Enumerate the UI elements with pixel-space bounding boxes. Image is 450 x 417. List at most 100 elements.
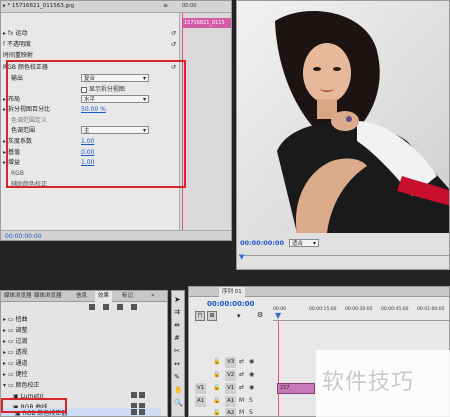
reset-icon[interactable]: ↺ [171, 28, 176, 39]
split-view-checkbox[interactable] [81, 86, 87, 93]
fx-badge-icon: f [3, 41, 6, 48]
monitor-fit-select[interactable]: 适合 [289, 239, 319, 248]
tab-media-browser-1[interactable]: 媒体浏览器 [1, 291, 35, 302]
chevron-right-icon: ▸ [3, 159, 7, 166]
tab-effects[interactable]: 效果 [95, 291, 113, 302]
monitor-scrubber[interactable] [239, 255, 449, 261]
monitor-timecode[interactable]: 00:00:00:00 [240, 239, 284, 247]
tools-panel: ➤ ⇉ ⇹ # ✂ ↔ ✎ ✋ 🔍 [171, 290, 185, 417]
split-percent-value[interactable]: 50.00 % [81, 104, 106, 115]
watermark-block: 软件技巧 [316, 350, 450, 417]
tab-info[interactable]: 信息 [73, 291, 90, 302]
chevron-right-icon: ▸ [3, 149, 7, 156]
tree-item-perspective[interactable]: ▸ ▭ 透视 [1, 347, 28, 358]
yuv-icon[interactable] [131, 304, 139, 312]
source-patch-v1[interactable]: V1 [195, 383, 207, 394]
monitor-controls-bar: 00:00:00:00 适合 ▼ [237, 233, 449, 269]
sync-lock-icon[interactable]: ⇄ [239, 371, 244, 378]
lock-icon[interactable]: 🔒 [213, 371, 220, 378]
zoom-tool-icon[interactable]: 🔍 [174, 399, 183, 407]
effect-controls-timecode[interactable]: 00:00:00:00 [5, 233, 42, 240]
program-monitor-panel: 00:00:00:00 适合 ▼ [236, 0, 450, 270]
solo-icon[interactable]: S [249, 397, 253, 404]
track-label-a1[interactable]: A1 [225, 396, 237, 407]
pen-tool-icon[interactable]: ✎ [174, 373, 180, 381]
add-marker-icon[interactable]: ▾ [237, 312, 241, 320]
eye-icon[interactable]: ◉ [249, 384, 254, 391]
hand-tool-icon[interactable]: ✋ [174, 386, 183, 394]
track-label-a2[interactable]: A2 [225, 408, 237, 416]
gain-value[interactable]: 1.00 [81, 157, 94, 168]
output-select[interactable]: 复合 [81, 74, 149, 83]
track-label-v2[interactable]: V2 [225, 370, 237, 381]
gamma-value[interactable]: 1.00 [81, 136, 94, 147]
track-label-v3[interactable]: V3 [225, 357, 237, 368]
tonal-range-select[interactable]: 主 [81, 126, 149, 135]
razor-tool-icon[interactable]: ✂ [174, 347, 180, 355]
tree-item-lumetri[interactable]: ▣ Lumetri [1, 391, 161, 402]
param-gamma: ▸ 灰度系数 [3, 138, 32, 145]
linked-selection-button[interactable]: ⊞ [207, 311, 217, 321]
tree-item-channel[interactable]: ▸ ▭ 通道 [1, 358, 28, 369]
rolling-edit-tool-icon[interactable]: # [174, 334, 180, 342]
mute-icon[interactable]: M [239, 409, 244, 416]
lock-icon[interactable]: 🔒 [213, 397, 220, 404]
mini-clip-bar[interactable]: 15716821_0115 [182, 18, 231, 28]
lock-icon[interactable]: 🔒 [213, 384, 220, 391]
tree-item-distort[interactable]: ▸ ▭ 扭曲 [1, 314, 28, 325]
tree-item-keying[interactable]: ▸ ▭ 键控 [1, 369, 28, 380]
tab-markers[interactable]: 标记 [119, 291, 136, 302]
ruler-label: 00:00:45:00 [381, 307, 409, 312]
section-time-remap[interactable]: 时间重映射 [1, 50, 179, 61]
param-gain: ▸ 增益 [3, 159, 20, 166]
param-secondary-correction[interactable]: 辅助颜色校正 [1, 179, 47, 190]
effect-icon: ▣ [13, 393, 19, 400]
timeline-ruler[interactable]: 00:00 00:00:15:00 00:00:30:00 00:00:45:0… [273, 299, 449, 321]
lock-icon[interactable]: 🔒 [213, 358, 220, 365]
section-opacity[interactable]: f 不透明度 ↺ [1, 39, 179, 50]
tree-item-color-correction[interactable]: ▾ ▭ 颜色校正 [1, 380, 40, 391]
playhead-marker-icon[interactable]: ▼ [239, 253, 244, 261]
param-rgb[interactable]: RGB [1, 168, 24, 179]
tree-item-rgb-color-corrector[interactable]: ▣ RGB 颜色校正器 [1, 408, 161, 416]
sync-lock-icon[interactable]: ⇄ [239, 358, 244, 365]
snap-button[interactable]: ⊓ [195, 311, 205, 321]
panel-menu-icon[interactable]: » [151, 292, 155, 299]
mute-icon[interactable]: M [239, 397, 244, 404]
monitor-video-frame [237, 1, 449, 233]
ripple-edit-tool-icon[interactable]: ⇹ [174, 321, 180, 329]
tree-item-adjust[interactable]: ▸ ▭ 调整 [1, 325, 28, 336]
slip-tool-icon[interactable]: ↔ [174, 360, 180, 368]
sync-lock-icon[interactable]: ⇄ [239, 384, 244, 391]
tab-media-browser-2[interactable]: 媒体浏览器 [31, 291, 65, 302]
selection-tool-icon[interactable]: ➤ [174, 295, 181, 304]
eye-icon[interactable]: ◉ [249, 371, 254, 378]
chevron-right-icon: ▸ [3, 138, 7, 145]
reset-icon[interactable]: ↺ [171, 62, 176, 73]
wrench-icon[interactable]: ⚙ [257, 311, 263, 319]
mini-playhead-line [182, 13, 183, 240]
timeline-playhead-icon[interactable]: ▼ [275, 311, 281, 320]
tree-item-transition[interactable]: ▸ ▭ 过渡 [1, 336, 28, 347]
tab-sequence-01[interactable]: 序列 01 [219, 287, 245, 297]
track-label-v1[interactable]: V1 [225, 383, 237, 394]
accelerated-icon[interactable] [103, 304, 111, 312]
reset-icon[interactable]: ↺ [171, 39, 176, 50]
chevron-right-icon: ▸ [3, 360, 7, 367]
timeline-timecode[interactable]: 00:00:00:00 [207, 300, 254, 308]
lock-icon[interactable]: 🔒 [213, 409, 220, 416]
panel-menu-icon[interactable]: ≡ [163, 2, 168, 9]
chevron-right-icon: ▸ [3, 96, 7, 103]
section-motion[interactable]: ▸ fx 运动 ↺ [1, 28, 179, 39]
source-patch-a1[interactable]: A1 [195, 396, 207, 407]
layout-select[interactable]: 水平 [81, 95, 149, 104]
solo-icon[interactable]: S [249, 409, 253, 416]
32bit-icon[interactable] [117, 304, 125, 312]
effect-rgb-color-corrector[interactable]: RGB 颜色校正器 ↺ [1, 62, 179, 73]
new-bin-icon[interactable] [89, 304, 97, 312]
effects-search-bar [1, 302, 167, 314]
track-select-tool-icon[interactable]: ⇉ [174, 308, 180, 316]
eye-icon[interactable]: ◉ [249, 358, 254, 365]
clip-v1[interactable]: 157 [277, 383, 315, 394]
effect-controls-footer: 00:00:00:00 [1, 230, 231, 240]
